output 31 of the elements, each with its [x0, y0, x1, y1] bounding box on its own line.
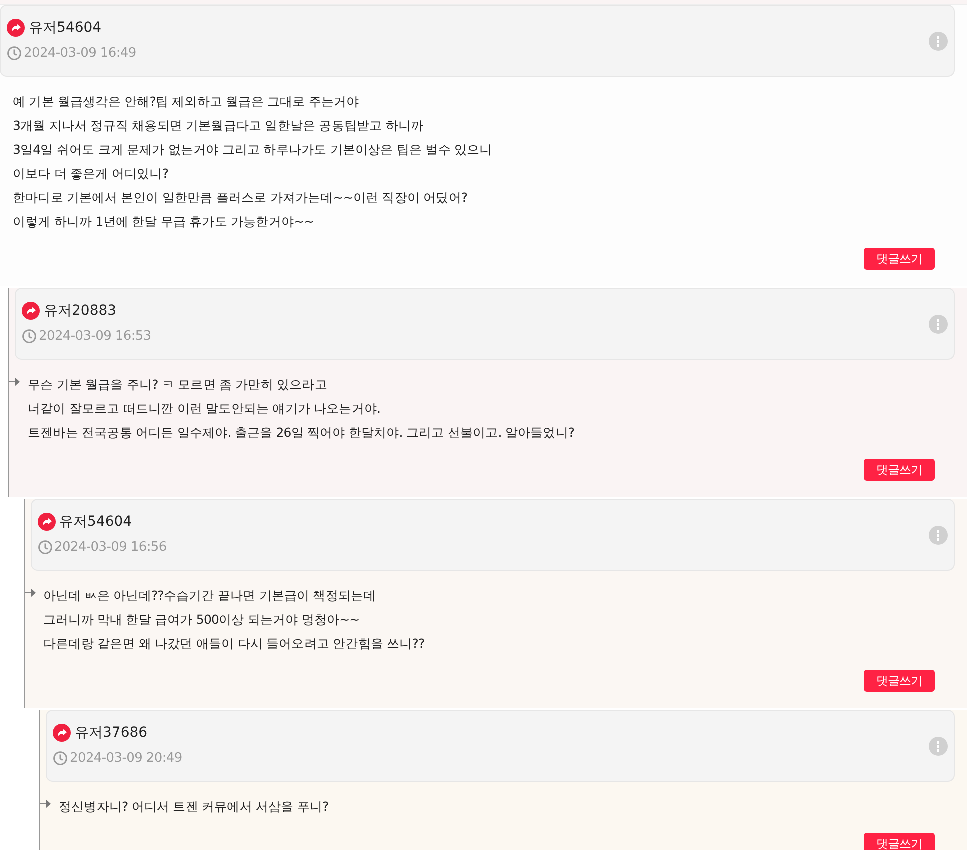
clock-icon	[7, 46, 22, 60]
comment-text: 무슨 기본 월급을 주니? ㅋ 모르면 좀 가만히 있으라고 너같이 잘모르고 떠드니깐 이런 말도안되는 얘기가 나오는거야. 트젠바는 전국공통 어디든 일수제야. 출근을 26일 찍어야 한달치야. 그리고 선불이고. 알아들었니?	[28, 376, 576, 442]
avatar-icon	[38, 513, 56, 531]
clock-icon	[38, 540, 52, 554]
comment-time: 2024-03-09 20:49	[70, 750, 182, 766]
reply-arrow-icon	[24, 586, 36, 598]
reply-arrow-icon	[40, 797, 52, 809]
more-icon[interactable]	[929, 32, 948, 51]
reply-arrow-icon	[9, 375, 21, 387]
comment-text: 아닌데 ㅄ은 아닌데??수습기간 끝나면 기본급이 책정되는데 그러니까 막내 한달 급여가 500이상 되는거야 멍청아~~ 다른데랑 같은면 왜 나갔던 애들이 다시 들어오려고 안간힘을 쓰니??	[44, 587, 426, 653]
user-name: 유저20883	[44, 302, 117, 320]
more-icon[interactable]	[929, 737, 948, 756]
more-icon[interactable]	[929, 526, 948, 545]
user-name: 유저37686	[75, 724, 148, 742]
reply-button[interactable]: 댓글쓰기	[864, 248, 935, 270]
comment-time: 2024-03-09 16:56	[54, 540, 167, 554]
avatar-icon	[7, 19, 25, 37]
reply-button[interactable]: 댓글쓰기	[864, 833, 935, 850]
more-icon[interactable]	[929, 315, 948, 334]
reply-button[interactable]: 댓글쓰기	[864, 459, 935, 481]
clock-icon	[22, 328, 37, 344]
avatar-icon	[22, 302, 40, 320]
avatar-icon	[53, 724, 71, 742]
comment-text: 예 기본 월급생각은 안해?팁 제외하고 월급은 그대로 주는거야 3개월 지나서 정규직 채용되면 기본월급다고 일한날은 공동팁받고 하니까 3일4일 쉬어도 크게 문제가 없는거야 그리고 하루나가도 기본이상은 팁은 벌수 있으니 이보다 더 좋은게 어디있니? 한마디로 기본에서 본인이 일한만큼 플러스로 가져가는데~~이런 직장이 어딨어? 이렇게 하니까 1년에 한달 무급 휴가도 가능한거야~~	[13, 93, 494, 231]
user-name: 유저54604	[60, 513, 132, 531]
clock-icon	[53, 750, 68, 766]
comment-time: 2024-03-09 16:49	[24, 46, 136, 60]
comment-time: 2024-03-09 16:53	[39, 328, 152, 344]
comment-text: 정신병자니? 어디서 트젠 커뮤에서 서삼을 푸니?	[59, 798, 330, 816]
reply-button[interactable]: 댓글쓰기	[864, 670, 935, 692]
user-name: 유저54604	[29, 19, 102, 37]
